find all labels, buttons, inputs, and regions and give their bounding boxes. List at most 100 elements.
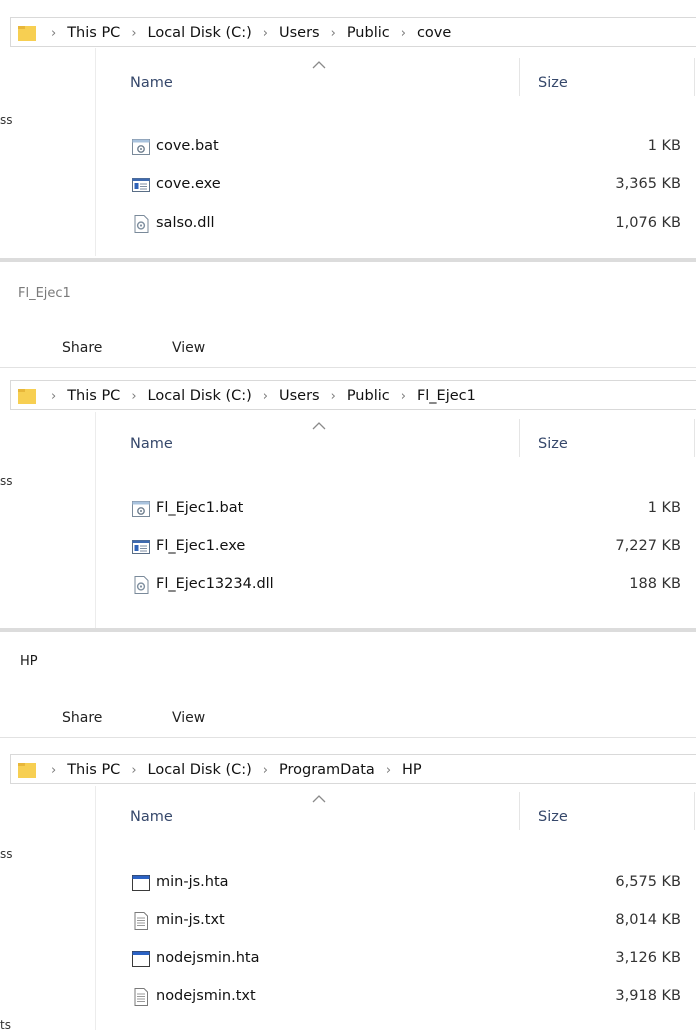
chevron-right-icon: › (51, 388, 57, 404)
column-header-row: Name Size (0, 58, 696, 98)
file-name: Fl_Ejec1.bat (156, 500, 244, 516)
hta-file-icon (132, 951, 150, 967)
breadcrumb-item[interactable]: Users (279, 388, 320, 404)
address-bar[interactable]: › This PC › Local Disk (C:) › ProgramDat… (10, 754, 696, 784)
tab-share[interactable]: Share (62, 710, 102, 726)
chevron-right-icon: › (131, 388, 137, 404)
file-row[interactable]: cove.exe 3,365 KB (0, 170, 696, 200)
dll-file-icon (134, 215, 149, 233)
file-size: 8,014 KB (615, 912, 681, 928)
breadcrumb-item[interactable]: ProgramData (279, 762, 375, 778)
file-row[interactable]: Fl_Ejec13234.dll 188 KB (0, 570, 696, 600)
breadcrumb-item[interactable]: Users (279, 25, 320, 41)
file-size: 1 KB (647, 138, 681, 154)
file-size: 3,918 KB (615, 988, 681, 1004)
file-name: min-js.hta (156, 874, 229, 890)
breadcrumb-item[interactable]: Local Disk (C:) (148, 388, 252, 404)
file-name: Fl_Ejec1.exe (156, 538, 246, 554)
address-bar[interactable]: › This PC › Local Disk (C:) › Users › Pu… (10, 380, 696, 410)
file-size: 7,227 KB (615, 538, 681, 554)
file-name: Fl_Ejec13234.dll (156, 576, 274, 592)
file-row[interactable]: nodejsmin.txt 3,918 KB (0, 982, 696, 1012)
column-header-name[interactable]: Name (130, 809, 173, 825)
file-size: 188 KB (629, 576, 681, 592)
explorer-window-cove: › This PC › Local Disk (C:) › Users › Pu… (0, 0, 696, 256)
tab-view[interactable]: View (172, 340, 205, 356)
file-size: 6,575 KB (615, 874, 681, 890)
breadcrumb: › This PC › Local Disk (C:) › ProgramDat… (51, 755, 422, 785)
column-header-size[interactable]: Size (538, 75, 568, 91)
breadcrumb: › This PC › Local Disk (C:) › Users › Pu… (51, 18, 451, 48)
folder-icon (18, 763, 36, 778)
column-header-size[interactable]: Size (538, 436, 568, 452)
file-size: 3,126 KB (615, 950, 681, 966)
breadcrumb-item[interactable]: This PC (67, 25, 120, 41)
column-header-size[interactable]: Size (538, 809, 568, 825)
bat-file-icon (132, 139, 150, 155)
dll-file-icon (134, 576, 149, 594)
file-row[interactable]: min-js.txt 8,014 KB (0, 906, 696, 936)
file-row[interactable]: Fl_Ejec1.bat 1 KB (0, 494, 696, 524)
file-name: min-js.txt (156, 912, 225, 928)
chevron-right-icon: › (385, 762, 392, 778)
breadcrumb-item[interactable]: This PC (67, 388, 120, 404)
breadcrumb-item[interactable]: Public (347, 388, 390, 404)
file-row[interactable]: min-js.hta 6,575 KB (0, 868, 696, 898)
file-row[interactable]: cove.bat 1 KB (0, 132, 696, 162)
file-row[interactable]: nodejsmin.hta 3,126 KB (0, 944, 696, 974)
chevron-right-icon: › (400, 25, 406, 41)
breadcrumb-item[interactable]: Local Disk (C:) (148, 762, 252, 778)
file-size: 1,076 KB (615, 215, 681, 231)
chevron-right-icon: › (131, 762, 137, 778)
file-row[interactable]: Fl_Ejec1.exe 7,227 KB (0, 532, 696, 562)
tab-view[interactable]: View (172, 710, 205, 726)
chevron-right-icon: › (131, 25, 137, 41)
column-header-name[interactable]: Name (130, 75, 173, 91)
file-name: nodejsmin.txt (156, 988, 256, 1004)
breadcrumb-item[interactable]: Local Disk (C:) (148, 25, 252, 41)
folder-icon (18, 26, 36, 41)
file-name: cove.bat (156, 138, 219, 154)
ribbon-tabs: Share View (0, 332, 696, 368)
txt-file-icon (134, 988, 148, 1006)
breadcrumb-item[interactable]: Fl_Ejec1 (417, 388, 476, 404)
window-title: HP (20, 654, 38, 669)
nav-pane-label: ss (0, 847, 13, 861)
chevron-right-icon: › (51, 762, 57, 778)
sort-ascending-icon (312, 795, 326, 803)
tab-share[interactable]: Share (62, 340, 102, 356)
ribbon-tabs: Share View (0, 702, 696, 738)
column-header-name[interactable]: Name (130, 436, 173, 452)
chevron-right-icon: › (262, 25, 268, 41)
column-divider[interactable] (694, 419, 695, 457)
column-divider[interactable] (519, 419, 520, 457)
column-header-row: Name Size (0, 792, 696, 832)
chevron-right-icon: › (330, 388, 336, 404)
hta-file-icon (132, 875, 150, 891)
ribbon-separator (0, 737, 696, 738)
column-header-row: Name Size (0, 419, 696, 459)
breadcrumb-item[interactable]: HP (402, 762, 422, 778)
address-bar[interactable]: › This PC › Local Disk (C:) › Users › Pu… (10, 17, 696, 47)
chevron-right-icon: › (400, 388, 406, 404)
exe-file-icon (132, 178, 150, 192)
bat-file-icon (132, 501, 150, 517)
column-divider[interactable] (519, 792, 520, 830)
column-divider[interactable] (694, 792, 695, 830)
folder-icon (18, 389, 36, 404)
breadcrumb-item[interactable]: This PC (67, 762, 120, 778)
nav-pane-label: ss (0, 113, 13, 127)
breadcrumb-item[interactable]: Public (347, 25, 390, 41)
nav-pane-label: ss (0, 474, 13, 488)
chevron-right-icon: › (51, 25, 57, 41)
column-divider[interactable] (694, 58, 695, 96)
file-row[interactable]: salso.dll 1,076 KB (0, 209, 696, 239)
file-name: nodejsmin.hta (156, 950, 260, 966)
chevron-right-icon: › (262, 762, 268, 778)
explorer-window-hp: HP Share View › This PC › Local Disk (C:… (0, 632, 696, 1032)
breadcrumb-item[interactable]: cove (417, 25, 451, 41)
chevron-right-icon: › (262, 388, 268, 404)
file-name: cove.exe (156, 176, 221, 192)
column-divider[interactable] (519, 58, 520, 96)
breadcrumb: › This PC › Local Disk (C:) › Users › Pu… (51, 381, 476, 411)
